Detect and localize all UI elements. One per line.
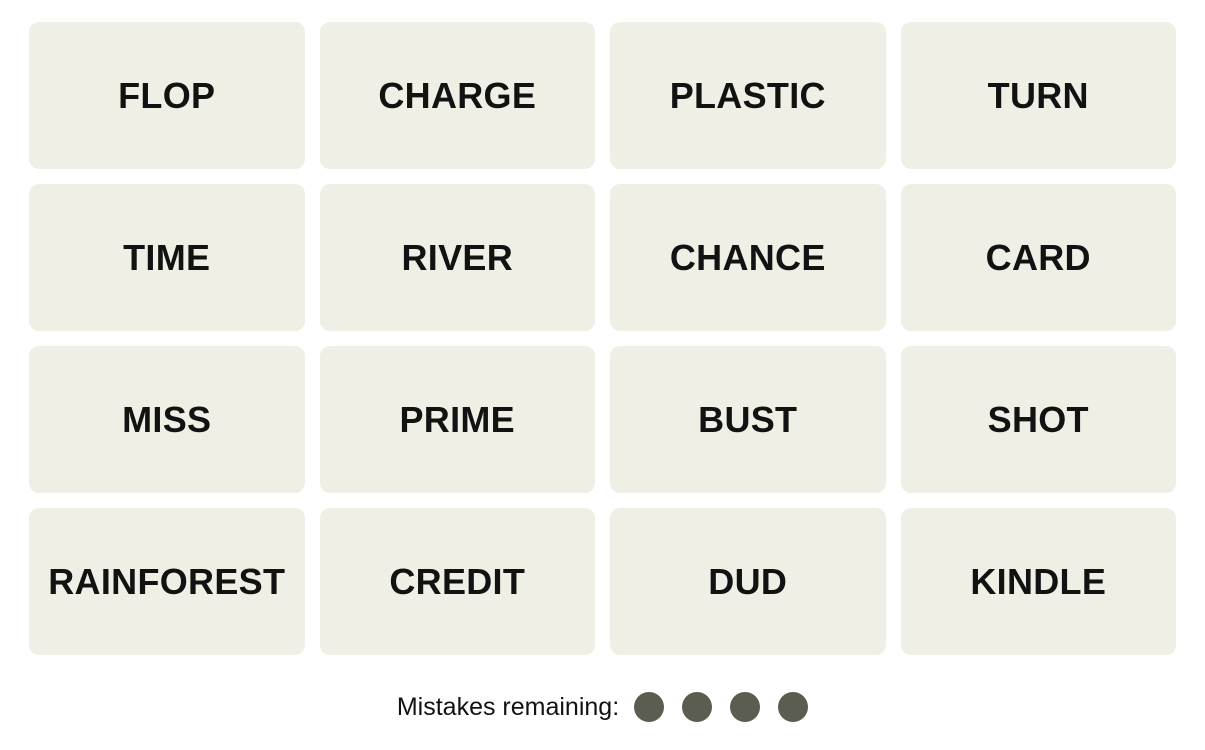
word-tile-label: BUST xyxy=(698,398,798,440)
word-tile[interactable]: TURN xyxy=(900,22,1176,169)
word-tile[interactable]: SHOT xyxy=(900,346,1176,493)
word-tile-label: CARD xyxy=(985,236,1091,278)
word-tile[interactable]: CHARGE xyxy=(319,22,595,169)
word-tile-label: PLASTIC xyxy=(669,74,826,116)
word-tile-label: KINDLE xyxy=(970,560,1107,602)
mistakes-remaining-label: Mistakes remaining: xyxy=(396,692,620,721)
word-tile-label: FLOP xyxy=(118,74,216,116)
word-tile[interactable]: CARD xyxy=(900,184,1176,331)
mistake-dot-icon xyxy=(634,692,665,722)
word-tile[interactable]: KINDLE xyxy=(900,508,1176,655)
word-tile[interactable]: PRIME xyxy=(319,346,595,493)
mistakes-dot-group xyxy=(634,692,809,722)
word-tile-label: TURN xyxy=(987,74,1089,116)
mistake-dot-icon xyxy=(778,692,809,722)
word-tile[interactable]: RAINFOREST xyxy=(29,508,305,655)
word-tile[interactable]: RIVER xyxy=(319,184,595,331)
word-tile-label: SHOT xyxy=(987,398,1089,440)
word-tile[interactable]: CREDIT xyxy=(319,508,595,655)
word-tile-label: PRIME xyxy=(399,398,515,440)
word-tile-label: RIVER xyxy=(401,236,514,278)
word-tile-label: CREDIT xyxy=(389,560,526,602)
word-tile[interactable]: PLASTIC xyxy=(610,22,886,169)
word-tile-grid: FLOP CHARGE PLASTIC TURN TIME RIVER CHAN… xyxy=(29,22,1176,655)
word-tile-label: TIME xyxy=(123,236,211,278)
word-tile-label: DUD xyxy=(708,560,788,602)
word-tile-label: RAINFOREST xyxy=(48,560,286,602)
word-tile-label: CHARGE xyxy=(378,74,537,116)
word-tile[interactable]: DUD xyxy=(610,508,886,655)
word-tile-label: MISS xyxy=(122,398,212,440)
word-tile[interactable]: TIME xyxy=(29,184,305,331)
mistake-dot-icon xyxy=(730,692,761,722)
word-tile[interactable]: BUST xyxy=(610,346,886,493)
word-tile-label: CHANCE xyxy=(669,236,826,278)
connections-game-board: FLOP CHARGE PLASTIC TURN TIME RIVER CHAN… xyxy=(0,0,1205,750)
mistake-dot-icon xyxy=(682,692,713,722)
mistakes-remaining-section: Mistakes remaining: xyxy=(0,692,1205,722)
word-tile[interactable]: MISS xyxy=(29,346,305,493)
word-tile[interactable]: FLOP xyxy=(29,22,305,169)
word-tile[interactable]: CHANCE xyxy=(610,184,886,331)
